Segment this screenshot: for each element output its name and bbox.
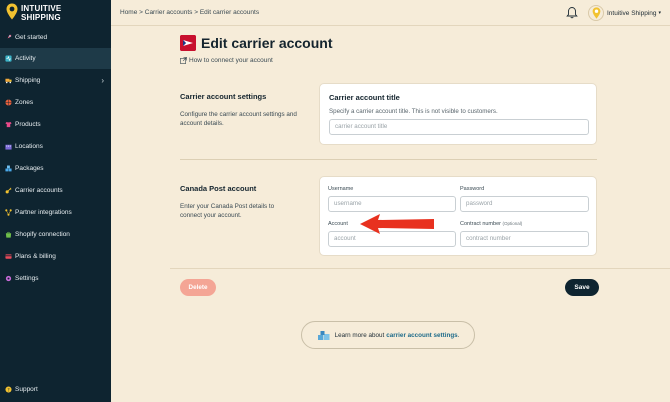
settings-section-description: Configure the carrier account settings a… <box>180 111 297 127</box>
settings-section-title: Carrier account settings <box>180 92 267 101</box>
building-icon <box>5 144 12 150</box>
actions-divider <box>170 268 670 269</box>
sidebar-item-label: Shopify connection <box>15 231 70 238</box>
save-button[interactable]: Save <box>565 279 599 296</box>
sidebar-item-label: Plans & billing <box>15 253 56 260</box>
globe-icon <box>5 99 12 106</box>
sidebar-item-activity[interactable]: Activity <box>0 48 111 69</box>
brand-line-1: INTUITIVE <box>21 4 62 13</box>
carrier-title-card: Carrier account title Specify a carrier … <box>319 83 597 145</box>
location-pin-icon <box>592 7 600 19</box>
truck-icon <box>5 78 12 84</box>
password-input[interactable]: password <box>460 196 589 212</box>
boxes-icon <box>5 165 12 172</box>
sidebar-item-get-started[interactable]: Get started <box>0 27 111 48</box>
sidebar-item-locations[interactable]: Locations <box>0 136 111 157</box>
help-icon: ? <box>5 385 12 393</box>
breadcrumb[interactable]: Home > Carrier accounts > Edit carrier a… <box>120 9 259 16</box>
sidebar-item-products[interactable]: Products <box>0 114 111 135</box>
avatar <box>588 5 604 21</box>
sidebar-item-label: Packages <box>15 165 44 172</box>
canada-post-section-description: Enter your Canada Post details to connec… <box>180 203 275 219</box>
brand-logo[interactable]: INTUITIVE SHIPPING <box>6 3 106 23</box>
account-label: Account <box>328 221 348 227</box>
red-arrow-annotation-icon <box>360 214 434 234</box>
card-icon <box>5 254 12 259</box>
sidebar-item-support[interactable]: ? Support <box>0 382 111 396</box>
learn-more-suffix: . <box>457 331 460 339</box>
bell-icon[interactable] <box>566 6 578 19</box>
contract-label-text: Contract number <box>460 221 501 227</box>
card-title: Carrier account title <box>329 93 400 102</box>
external-link-icon <box>180 57 187 64</box>
sidebar-item-label: Partner integrations <box>15 209 72 216</box>
account-name: Intuitive Shipping <box>607 9 657 17</box>
contract-number-label: Contract number (Optional) <box>460 221 522 227</box>
brand-line-2: SHIPPING <box>21 13 61 22</box>
sidebar-item-label: Get started <box>15 34 48 41</box>
optional-tag: (Optional) <box>502 221 523 226</box>
sidebar-item-zones[interactable]: Zones <box>0 92 111 113</box>
delete-button[interactable]: Delete <box>180 279 216 296</box>
sidebar-item-label: Settings <box>15 275 39 282</box>
page-header: Edit carrier account <box>180 35 333 51</box>
shipping-boxes-icon <box>317 330 330 340</box>
sidebar-item-label: Locations <box>15 143 43 150</box>
sidebar-item-label: Shipping <box>15 77 41 84</box>
sidebar-item-settings[interactable]: Settings <box>0 268 111 289</box>
support-label: Support <box>15 385 38 393</box>
shopify-bag-icon <box>5 231 12 238</box>
password-label: Password <box>460 186 485 192</box>
carrier-title-input[interactable]: carrier account title <box>329 119 589 135</box>
sidebar-item-label: Products <box>15 121 41 128</box>
key-icon <box>5 187 12 194</box>
sidebar-item-plans-billing[interactable]: Plans & billing <box>0 246 111 267</box>
howto-label: How to connect your account <box>189 57 273 64</box>
sidebar-item-label: Activity <box>15 55 36 62</box>
sidebar-item-partner-integrations[interactable]: Partner integrations <box>0 202 111 223</box>
canada-post-section-title: Canada Post account <box>180 184 257 193</box>
username-label: Username <box>328 186 354 192</box>
activity-icon <box>5 55 12 62</box>
shirt-icon <box>5 121 12 128</box>
chevron-right-icon: › <box>101 76 104 85</box>
page-title: Edit carrier account <box>201 35 333 51</box>
gear-icon <box>5 275 12 282</box>
rocket-icon <box>5 34 12 41</box>
sidebar-item-carrier-accounts[interactable]: Carrier accounts <box>0 180 111 201</box>
howto-link[interactable]: How to connect your account <box>180 57 273 64</box>
chevron-down-icon: ▾ <box>658 10 662 16</box>
learn-more-banner[interactable]: Learn more about carrier account setting… <box>301 321 475 349</box>
card-subtitle: Specify a carrier account title. This is… <box>329 108 498 115</box>
sidebar-item-label: Carrier accounts <box>15 187 63 194</box>
sidebar-item-label: Zones <box>15 99 34 106</box>
learn-more-prefix: Learn more about <box>334 331 385 339</box>
sidebar-item-packages[interactable]: Packages <box>0 158 111 179</box>
learn-more-link[interactable]: carrier account settings <box>386 332 457 339</box>
topbar: Home > Carrier accounts > Edit carrier a… <box>111 0 670 26</box>
location-pin-icon <box>6 3 18 20</box>
sidebar: INTUITIVE SHIPPING Get started Activity … <box>0 0 111 402</box>
network-icon <box>5 209 12 216</box>
username-input[interactable]: username <box>328 196 456 212</box>
sidebar-item-shipping[interactable]: Shipping › <box>0 70 111 91</box>
account-menu[interactable]: Intuitive Shipping ▾ <box>588 4 668 22</box>
sidebar-item-shopify-connection[interactable]: Shopify connection <box>0 224 111 245</box>
canada-post-logo-icon <box>180 35 196 51</box>
section-divider <box>180 159 597 160</box>
contract-number-input[interactable]: contract number <box>460 231 589 247</box>
